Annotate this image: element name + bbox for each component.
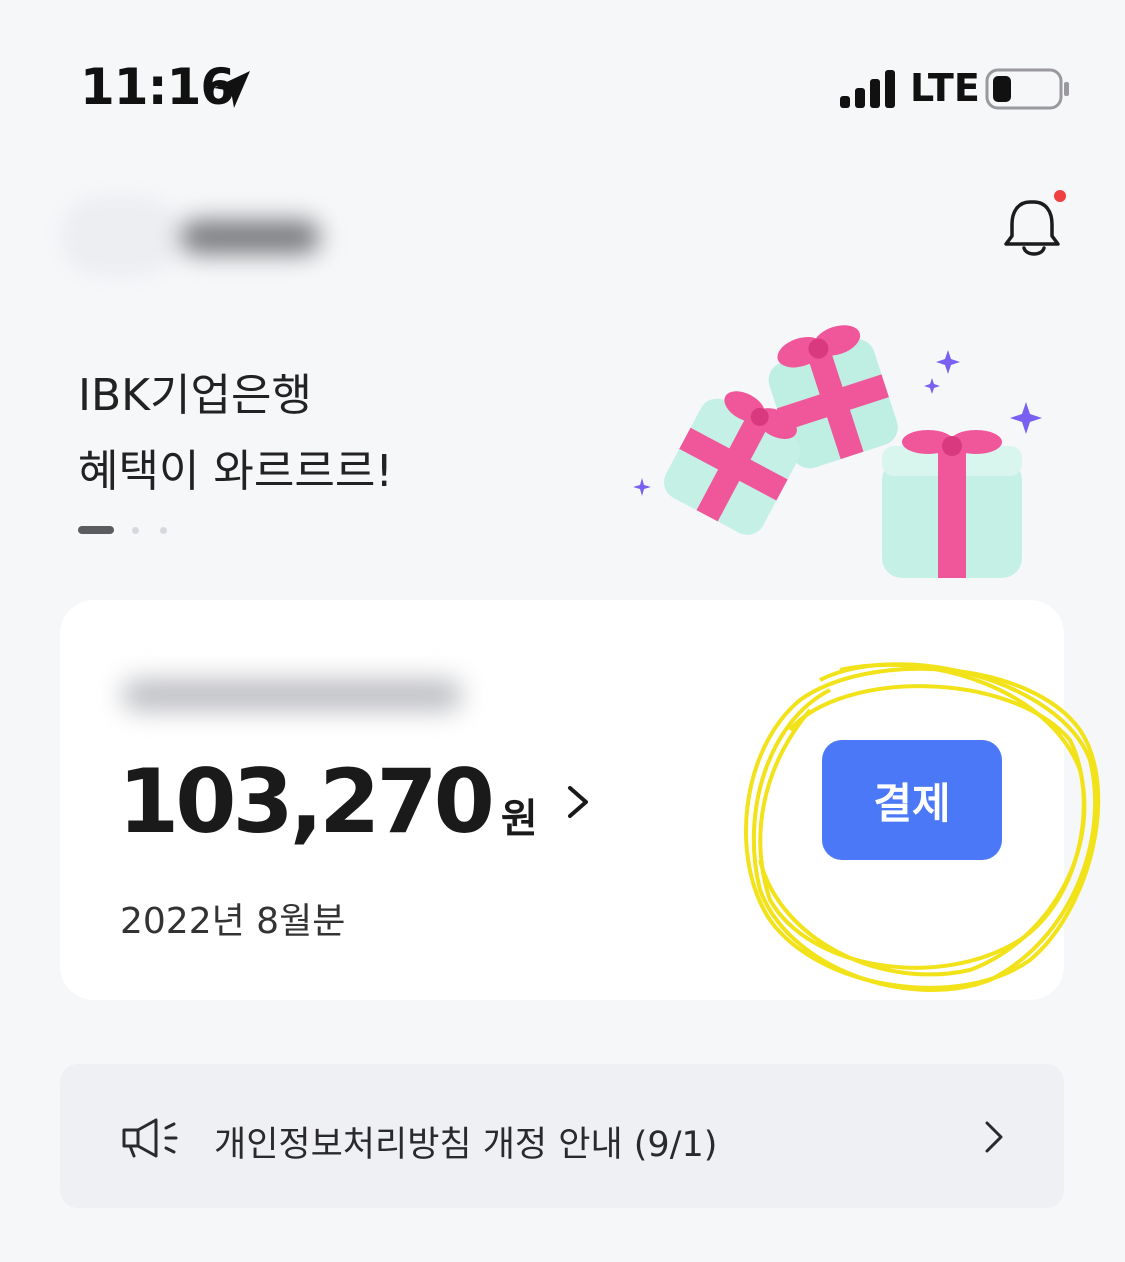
bill-period: 2022년 8월분 [120,901,346,942]
battery-icon [985,68,1069,110]
gift-boxes-illustration [633,325,1042,578]
notification-dot [1054,190,1066,202]
app-screen: 11:16 LTE IBK기업은행 혜택이 와르르르! 103,270 원 20… [0,0,1125,1262]
profile-name-blur [180,220,320,254]
bill-amount: 103,270 [118,750,495,853]
chevron-right-icon [567,785,588,818]
banner-title[interactable]: IBK기업은행 혜택이 와르르르! [78,358,393,510]
bill-amount-link[interactable]: 103,270 원 [118,750,596,853]
currency-unit: 원 [500,796,538,842]
card-name-redacted [122,680,462,710]
page-dot [160,527,167,534]
notice-text: 개인정보처리방침 개정 안내 (9/1) [214,1125,718,1165]
page-dot [132,527,139,534]
pay-button[interactable]: 결제 [822,740,1002,860]
network-type-label: LTE [910,66,980,110]
notice-bar[interactable]: 개인정보처리방침 개정 안내 (9/1) [60,1064,1064,1208]
profile-blur [60,196,180,276]
page-dot-active [78,526,114,534]
bill-card: 103,270 원 2022년 8월분 결제 [60,600,1064,1000]
user-profile-redacted [60,186,340,286]
bell-icon[interactable] [996,188,1072,264]
cellular-signal-icon [840,70,895,108]
location-arrow-icon [214,71,250,108]
chevron-right-icon [985,1121,1003,1153]
megaphone-icon [122,1118,178,1158]
